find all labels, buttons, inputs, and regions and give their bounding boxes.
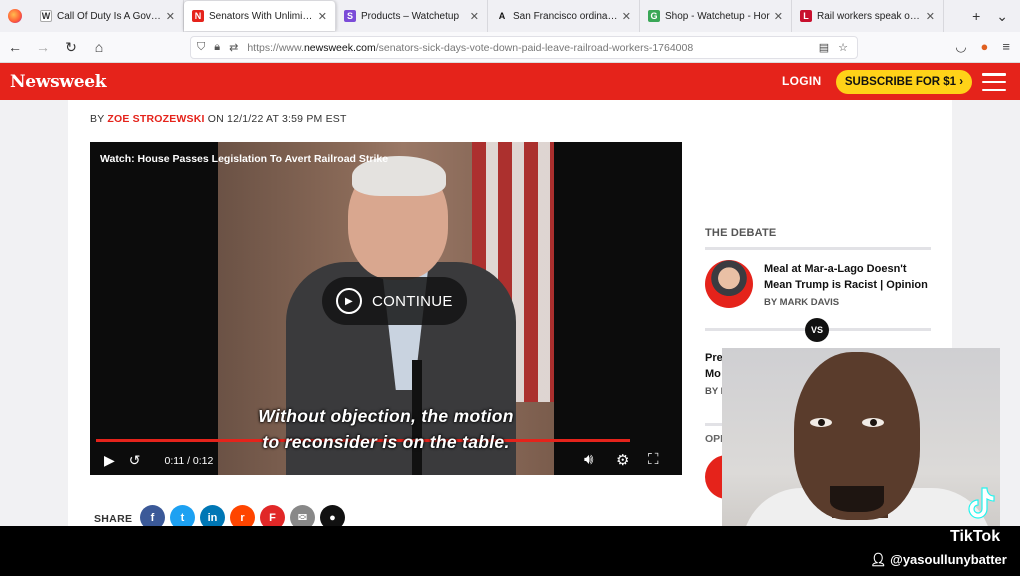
tab-title: Rail workers speak out a xyxy=(817,10,922,22)
play-icon: ▶ xyxy=(336,288,362,314)
tab-favicon: G xyxy=(648,10,660,22)
tab-favicon: A xyxy=(498,11,506,21)
debate-label: THE DEBATE xyxy=(705,227,777,239)
back-icon[interactable]: ← xyxy=(2,39,28,55)
reload-icon[interactable]: ↻ xyxy=(58,39,84,56)
pocket-icon[interactable]: ◡ xyxy=(955,39,966,55)
site-header: Newsweek LOGIN SUBSCRIBE FOR $1 › xyxy=(0,63,1020,100)
tiktok-icon xyxy=(968,487,995,519)
tabbar-controls: + ⌄ xyxy=(972,8,1020,25)
video-title: Watch: House Passes Legislation To Avert… xyxy=(100,153,389,165)
permissions-icon[interactable]: ⇄ xyxy=(229,41,238,54)
firefox-icon[interactable] xyxy=(8,9,22,23)
video-player[interactable]: Watch: House Passes Legislation To Avert… xyxy=(90,142,682,475)
url-bar[interactable]: ⛉ 🔒︎ ⇄ https://www.newsweek.com/senators… xyxy=(190,36,858,59)
tab-shop-watchetup[interactable]: G Shop - Watchetup - Hor ✕ xyxy=(640,0,792,32)
webcam-eye xyxy=(862,418,884,427)
extension-icon[interactable]: ● xyxy=(981,39,989,55)
browser-tab-bar: W Call Of Duty Is A Governi ✕ N Senators… xyxy=(0,0,1020,32)
forward-icon[interactable]: → xyxy=(30,39,56,55)
video-time: 0:11 / 0:12 xyxy=(164,454,214,467)
tab-title: Products – Watchetup xyxy=(361,10,460,22)
close-icon[interactable]: ✕ xyxy=(470,10,479,23)
divider xyxy=(705,247,931,250)
author-link[interactable]: ZOE STROZEWSKI xyxy=(107,113,204,125)
browser-nav-bar: ← → ↻ ⌂ ⛉ 🔒︎ ⇄ https://www.newsweek.com/… xyxy=(0,32,1020,63)
tab-title: Shop - Watchetup - Hor xyxy=(665,10,770,22)
user-icon: 👤︎ xyxy=(870,552,887,567)
tab-title: Senators With Unlimited xyxy=(209,10,314,22)
menu-icon[interactable]: ≡ xyxy=(1002,39,1010,55)
tab-san-francisco[interactable]: A San Francisco ordinance ✕ xyxy=(488,0,640,32)
toolbar-icons: ◡ ● ≡ xyxy=(955,39,1010,55)
author-avatar xyxy=(705,260,753,308)
share-label: SHARE xyxy=(94,513,133,525)
tab-title: San Francisco ordinance xyxy=(513,10,618,22)
close-icon[interactable]: ✕ xyxy=(926,10,935,23)
chevron-down-icon[interactable]: ⌄ xyxy=(996,8,1008,25)
creator-handle: 👤︎ @yasoullunybatter xyxy=(870,552,1007,568)
webcam-eye xyxy=(810,418,832,427)
plus-icon[interactable]: + xyxy=(972,8,980,25)
rewind-10-icon[interactable]: ↺ xyxy=(129,452,141,469)
opinion-label: OPI xyxy=(705,433,724,445)
volume-icon[interactable]: 🔊︎ xyxy=(584,451,593,468)
close-icon[interactable]: ✕ xyxy=(622,10,631,23)
second-debate-title[interactable]: Pre Mo xyxy=(705,350,723,382)
play-icon[interactable]: ▶ xyxy=(104,452,115,469)
video-controls: ▶ ↺ 0:11 / 0:12 🔊︎ ⚙ ⛶ xyxy=(90,446,682,475)
shield-icon[interactable]: ⛉ xyxy=(197,41,205,54)
tab-favicon: L xyxy=(800,10,812,22)
close-icon[interactable]: ✕ xyxy=(166,10,175,23)
newsweek-logo[interactable]: Newsweek xyxy=(10,72,107,92)
continue-label: CONTINUE xyxy=(372,292,453,310)
settings-gear-icon[interactable]: ⚙ xyxy=(616,451,629,469)
screen: W Call Of Duty Is A Governi ✕ N Senators… xyxy=(0,0,1020,576)
title-line: Pre xyxy=(705,352,723,364)
home-icon[interactable]: ⌂ xyxy=(86,39,112,55)
debate-title[interactable]: Meal at Mar-a-Lago Doesn't Mean Trump is… xyxy=(764,261,934,293)
close-icon[interactable]: ✕ xyxy=(318,10,327,23)
debate-author: BY MARK DAVIS xyxy=(764,297,840,308)
title-line: Mo xyxy=(705,368,721,380)
tab-favicon: W xyxy=(40,10,52,22)
login-link[interactable]: LOGIN xyxy=(782,74,822,88)
tab-senators[interactable]: N Senators With Unlimited ✕ xyxy=(184,1,336,31)
webcam-beard xyxy=(830,486,884,512)
continue-button[interactable]: ▶ CONTINUE xyxy=(322,277,467,325)
lock-icon[interactable]: 🔒︎ xyxy=(214,41,220,54)
hamburger-menu-icon[interactable] xyxy=(982,73,1006,91)
bookmark-star-icon[interactable]: ☆ xyxy=(838,41,848,54)
handle-text: @yasoullunybatter xyxy=(890,552,1007,567)
webcam-overlay xyxy=(722,348,1000,556)
tab-rail-workers[interactable]: L Rail workers speak out a ✕ xyxy=(792,0,944,32)
fullscreen-icon[interactable]: ⛶ xyxy=(648,451,659,468)
url-text[interactable]: https://www.newsweek.com/senators-sick-d… xyxy=(247,42,818,54)
reader-mode-icon[interactable]: ▤ xyxy=(819,41,829,54)
tab-title: Call Of Duty Is A Governi xyxy=(57,10,162,22)
byline: BY ZOE STROZEWSKI ON 12/1/22 AT 3:59 PM … xyxy=(90,113,347,125)
subscribe-button[interactable]: SUBSCRIBE FOR $1 › xyxy=(836,70,972,94)
tab-favicon: S xyxy=(344,10,356,22)
caption-line: Without objection, the motion xyxy=(258,406,514,426)
close-icon[interactable]: ✕ xyxy=(774,10,783,23)
bottom-black-bar xyxy=(0,526,1020,576)
tiktok-wordmark: TikTok xyxy=(950,528,1001,545)
tab-call-of-duty[interactable]: W Call Of Duty Is A Governi ✕ xyxy=(32,0,184,32)
tab-favicon: N xyxy=(192,10,204,22)
tab-products-watchetup[interactable]: S Products – Watchetup ✕ xyxy=(336,0,488,32)
vs-badge: VS xyxy=(805,318,829,342)
